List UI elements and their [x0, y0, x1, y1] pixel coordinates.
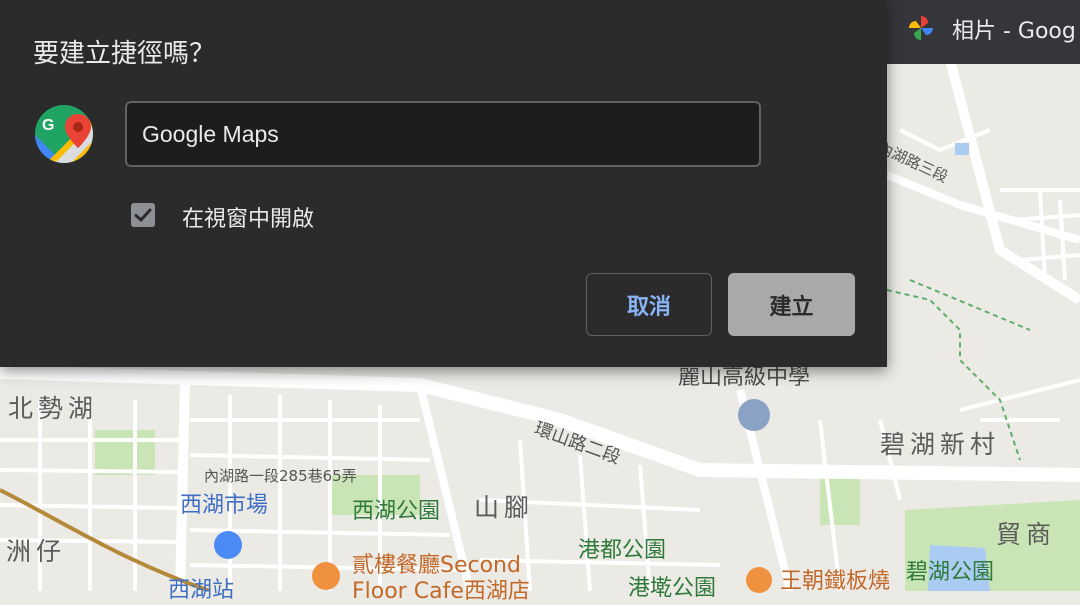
shopping-cart-icon[interactable] — [214, 531, 242, 559]
poi-label: 西湖市場 — [180, 493, 269, 518]
dialog-title: 要建立捷徑嗎？ — [33, 39, 216, 69]
district-label: 北勢湖 — [8, 394, 99, 423]
browser-tab-title[interactable]: 相片 - Goog — [952, 13, 1076, 45]
district-label: 山腳 — [474, 493, 535, 522]
open-in-window-checkbox[interactable] — [131, 203, 155, 227]
school-label: 麗山高級中學 — [678, 365, 811, 390]
cancel-button[interactable]: 取消 — [586, 273, 712, 336]
create-shortcut-dialog: 要建立捷徑嗎？ G 在視窗中開啟 取消 建立 — [0, 0, 887, 367]
poi-label: 貳樓餐廳Second Floor Cafe西湖店 — [352, 553, 530, 604]
district-label: 碧湖新村 — [880, 430, 1001, 459]
station-label: 西湖站 — [168, 578, 235, 603]
poi-label: 港都公園 — [578, 538, 667, 563]
checkmark-icon — [134, 208, 152, 222]
district-label: 洲仔 — [6, 537, 67, 566]
district-label: 貿商 — [996, 520, 1057, 549]
restaurant-icon[interactable] — [746, 567, 772, 593]
open-in-window-label[interactable]: 在視窗中開啟 — [182, 201, 314, 233]
svg-text:G: G — [42, 117, 54, 134]
google-photos-icon — [909, 16, 933, 40]
park-area — [95, 430, 155, 475]
school-pin-icon[interactable] — [738, 399, 770, 431]
shortcut-name-input[interactable] — [125, 101, 761, 167]
restaurant-icon[interactable] — [312, 562, 340, 590]
create-button[interactable]: 建立 — [728, 273, 855, 336]
poi-label: 港墘公園 — [628, 576, 717, 601]
google-maps-icon: G — [35, 105, 93, 163]
poi-label: 西湖公園 — [352, 499, 441, 524]
poi-label: 碧湖公園 — [906, 560, 995, 585]
road-label: 內湖路一段285巷65弄 — [204, 467, 357, 485]
poi-label: 王朝鐵板燒 — [780, 569, 891, 594]
